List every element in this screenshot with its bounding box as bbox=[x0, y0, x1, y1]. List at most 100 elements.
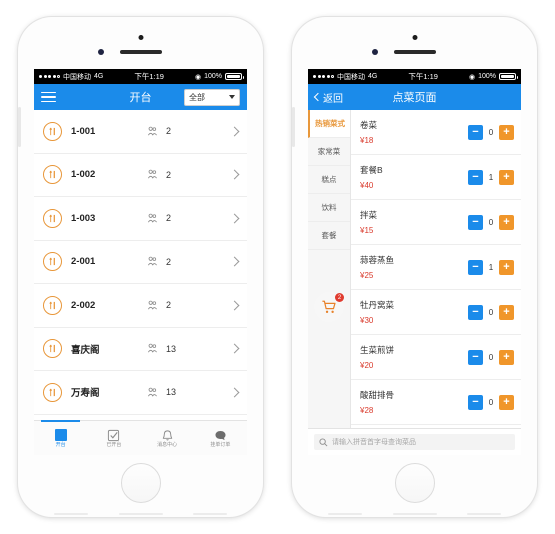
dish-price-label: ¥25 bbox=[360, 271, 374, 280]
people-group: 2 bbox=[147, 169, 231, 180]
search-input[interactable]: 请输入拼音首字母查询菜品 bbox=[314, 434, 515, 450]
chevron-right-icon bbox=[229, 300, 240, 311]
decrement-button[interactable]: − bbox=[468, 304, 483, 320]
quantity-stepper: − 0 + bbox=[468, 349, 514, 365]
quantity-label: 1 bbox=[488, 172, 494, 182]
category-item-home[interactable]: 家常菜 bbox=[308, 138, 350, 166]
table-row[interactable]: 1-002 2 bbox=[34, 153, 247, 197]
chevron-right-icon bbox=[229, 169, 240, 180]
people-group: 13 bbox=[147, 343, 231, 354]
decrement-button[interactable]: − bbox=[468, 214, 483, 230]
dish-row[interactable]: 卷菜 ¥18 − 0 + bbox=[351, 110, 521, 155]
table-row[interactable]: 2-001 2 bbox=[34, 240, 247, 284]
battery-percent-label: 100% bbox=[204, 73, 222, 80]
people-icon bbox=[148, 387, 157, 397]
increment-button[interactable]: + bbox=[499, 394, 514, 410]
dish-row[interactable]: 蒜蓉蒸鱼 ¥25 − 1 + bbox=[351, 245, 521, 290]
dish-row[interactable]: 拌菜 ¥15 − 0 + bbox=[351, 200, 521, 245]
dish-name-label: 生菜煎饼 bbox=[360, 345, 395, 355]
phone-bottom-bezel bbox=[18, 455, 263, 517]
dish-column: 卷菜 ¥18 − 0 + 套餐B ¥40 − 1 + 拌菜 ¥15 − 0 + … bbox=[351, 110, 521, 428]
table-row[interactable]: 喜庆阁 13 bbox=[34, 327, 247, 371]
proximity-sensor-icon bbox=[372, 49, 378, 55]
table-name-label: 1-003 bbox=[71, 212, 96, 224]
dish-info: 拌菜 ¥15 bbox=[360, 209, 468, 235]
increment-button[interactable]: + bbox=[499, 124, 514, 140]
table-row[interactable]: 万寿阁 13 bbox=[34, 371, 247, 415]
tab-yikaitai[interactable]: 已开台 bbox=[87, 421, 140, 455]
category-item-drinks[interactable]: 饮料 bbox=[308, 194, 350, 222]
category-item-combo[interactable]: 套餐 bbox=[308, 222, 350, 250]
dish-price-label: ¥40 bbox=[360, 181, 374, 190]
dish-info: 蒜蓉蒸鱼 ¥25 bbox=[360, 254, 468, 280]
quantity-stepper: − 1 + bbox=[468, 169, 514, 185]
dish-row[interactable]: 套餐B ¥40 − 1 + bbox=[351, 155, 521, 200]
bezel-line-left bbox=[328, 513, 362, 515]
dish-name-label: 卷菜 bbox=[360, 120, 378, 130]
search-placeholder: 请输入拼音首字母查询菜品 bbox=[332, 439, 416, 446]
cart-button[interactable]: 2 bbox=[314, 292, 344, 322]
people-icon bbox=[148, 300, 157, 310]
cutlery-icon bbox=[43, 339, 62, 359]
carrier-label: 中国移动 bbox=[63, 73, 91, 81]
filter-dropdown[interactable]: 全部 bbox=[184, 88, 240, 106]
signal-dots-icon bbox=[313, 75, 334, 78]
increment-button[interactable]: + bbox=[499, 169, 514, 185]
cutlery-icon bbox=[43, 121, 62, 141]
battery-icon bbox=[499, 73, 518, 80]
dish-name-label: 拌菜 bbox=[360, 210, 378, 220]
home-button[interactable] bbox=[394, 463, 435, 503]
table-row[interactable]: 1-001 2 bbox=[34, 110, 247, 154]
home-button[interactable] bbox=[120, 463, 161, 503]
dish-row[interactable]: 酸甜排骨 ¥28 − 0 + bbox=[351, 380, 521, 425]
dish-price-label: ¥20 bbox=[360, 361, 374, 370]
category-item-pastry[interactable]: 糕点 bbox=[308, 166, 350, 194]
nav-bar-left: 开台 全部 bbox=[34, 84, 247, 110]
category-label: 热销菜式 bbox=[315, 119, 345, 128]
chevron-right-icon bbox=[229, 343, 240, 354]
tab-active-indicator bbox=[41, 420, 80, 422]
quantity-label: 0 bbox=[488, 352, 494, 362]
decrement-button[interactable]: − bbox=[468, 169, 483, 185]
decrement-button[interactable]: − bbox=[468, 394, 483, 410]
category-item-hot[interactable]: 热销菜式 bbox=[308, 110, 350, 138]
tab-kaitai[interactable]: 开台 bbox=[34, 420, 87, 455]
location-icon: ◉ bbox=[194, 73, 202, 81]
dish-info: 牡丹窝菜 ¥30 bbox=[360, 299, 468, 325]
table-name-label: 喜庆阁 bbox=[71, 344, 100, 356]
dish-price-label: ¥18 bbox=[360, 136, 374, 145]
decrement-button[interactable]: − bbox=[468, 124, 483, 140]
people-count-label: 2 bbox=[166, 213, 172, 224]
cart-area: 2 bbox=[308, 292, 350, 322]
category-label: 饮料 bbox=[321, 203, 337, 212]
decrement-button[interactable]: − bbox=[468, 349, 483, 365]
bezel-line-left bbox=[54, 513, 88, 515]
people-icon bbox=[148, 169, 157, 179]
status-bar-right: 中国移动 4G 下午1:19 ◉ 100% bbox=[308, 69, 521, 84]
increment-button[interactable]: + bbox=[499, 304, 514, 320]
tab-label: 消息中心 bbox=[157, 442, 178, 448]
table-name-label: 2-002 bbox=[71, 299, 96, 311]
camera-icon bbox=[138, 35, 143, 40]
back-button[interactable]: 返回 bbox=[313, 90, 343, 105]
dish-price-label: ¥30 bbox=[360, 316, 374, 325]
increment-button[interactable]: + bbox=[499, 214, 514, 230]
status-left-group: 中国移动 4G bbox=[313, 72, 377, 82]
increment-button[interactable]: + bbox=[499, 259, 514, 275]
status-right-group: ◉ 100% bbox=[469, 73, 518, 81]
dish-row[interactable]: 生菜煎饼 ¥20 − 0 + bbox=[351, 335, 521, 380]
earpiece-speaker bbox=[119, 50, 162, 54]
people-icon bbox=[148, 256, 157, 266]
hamburger-icon[interactable] bbox=[41, 91, 56, 103]
table-row[interactable]: 2-002 2 bbox=[34, 284, 247, 328]
people-count-label: 13 bbox=[166, 343, 177, 354]
tab-guadan[interactable]: 挂单订单 bbox=[194, 421, 247, 455]
people-group: 13 bbox=[147, 387, 231, 398]
decrement-button[interactable]: − bbox=[468, 259, 483, 275]
increment-button[interactable]: + bbox=[499, 349, 514, 365]
dish-row[interactable]: 牡丹窝菜 ¥30 − 0 + bbox=[351, 290, 521, 335]
network-label: 4G bbox=[94, 73, 104, 80]
tab-xiaoxi[interactable]: 消息中心 bbox=[141, 421, 194, 455]
table-row[interactable]: 1-003 2 bbox=[34, 197, 247, 241]
bezel-line-center bbox=[392, 513, 437, 515]
